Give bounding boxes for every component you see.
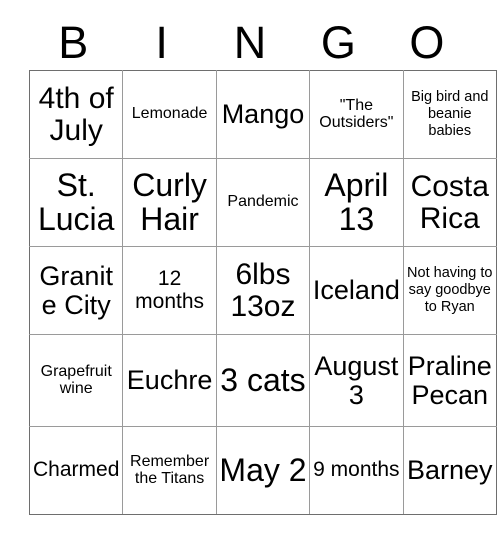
bingo-square[interactable]: Not having to say goodbye to Ryan [402, 246, 497, 335]
bingo-square-text: August 3 [314, 350, 399, 410]
bingo-row: 4th of July Lemonade Mango "The Outsider… [28, 70, 497, 159]
bingo-square[interactable]: Euchre [122, 334, 217, 427]
bingo-square-text: Costa Rica [410, 169, 489, 235]
bingo-square-text: 9 months [313, 458, 400, 482]
bingo-header-letter-i: I [155, 16, 168, 68]
bingo-square-text: May 2 [219, 451, 307, 488]
bingo-row: Charmed Remember the Titans May 2 9 mont… [28, 426, 497, 515]
bingo-square-text: "The Outsiders" [319, 96, 394, 131]
bingo-header-letter-o: O [409, 16, 445, 68]
bingo-square[interactable]: Costa Rica [402, 158, 497, 247]
bingo-square[interactable]: Pandemic [215, 158, 311, 247]
bingo-grid: 4th of July Lemonade Mango "The Outsider… [28, 70, 497, 515]
bingo-square[interactable]: Grapefruit wine [28, 334, 124, 427]
bingo-square-text: 6lbs 13oz [230, 257, 296, 323]
bingo-square[interactable]: 3 cats [215, 334, 311, 427]
bingo-square[interactable]: Iceland [309, 246, 404, 335]
bingo-square-text: Pandemic [227, 193, 299, 211]
bingo-square-text: Euchre [126, 365, 213, 396]
bingo-header-letter-g: G [320, 16, 356, 68]
bingo-square-text: Grapefruit wine [40, 362, 112, 397]
bingo-square[interactable]: 4th of July [28, 70, 124, 159]
bingo-square[interactable]: Big bird and beanie babies [402, 70, 497, 159]
bingo-square-text: 3 cats [220, 361, 306, 398]
bingo-header-letter-b: B [58, 16, 89, 68]
bingo-square-text: Iceland [312, 275, 400, 306]
bingo-square[interactable]: 6lbs 13oz [215, 246, 311, 335]
bingo-square[interactable]: Lemonade [122, 70, 217, 159]
bingo-row: St. Lucia Curly Hair Pandemic April 13 C… [28, 158, 497, 247]
bingo-square[interactable]: Mango [215, 70, 311, 159]
bingo-square-text: Granite City [39, 260, 113, 320]
bingo-square-text: Barney [406, 455, 493, 486]
bingo-square[interactable]: Curly Hair [122, 158, 217, 247]
bingo-square[interactable]: August 3 [309, 334, 404, 427]
bingo-square[interactable]: April 13 [309, 158, 404, 247]
bingo-square-text: Charmed [33, 458, 120, 482]
bingo-square-text: 4th of July [38, 81, 114, 147]
bingo-square-text: Big bird and beanie babies [411, 88, 489, 140]
bingo-square-text: Curly Hair [132, 166, 207, 237]
bingo-row: Granite City 12 months 6lbs 13oz Iceland… [28, 246, 497, 335]
bingo-square-text: St. Lucia [37, 166, 115, 237]
bingo-header-row: B I N G O [29, 14, 471, 70]
bingo-square[interactable]: Granite City [28, 246, 124, 335]
bingo-header-letter-n: N [233, 16, 267, 68]
bingo-square-text: Not having to say goodbye to Ryan [407, 264, 493, 316]
bingo-square-text: April 13 [324, 166, 389, 237]
bingo-square[interactable]: 12 months [122, 246, 217, 335]
bingo-square-text: Lemonade [131, 105, 208, 123]
bingo-square[interactable]: Remember the Titans [122, 426, 217, 515]
bingo-square-text: Mango [221, 99, 305, 130]
bingo-square-text: Praline Pecan [407, 350, 492, 410]
bingo-square[interactable]: St. Lucia [28, 158, 124, 247]
bingo-square[interactable]: 9 months [309, 426, 404, 515]
bingo-row: Grapefruit wine Euchre 3 cats August 3 P… [28, 334, 497, 427]
bingo-square[interactable]: Charmed [28, 426, 124, 515]
bingo-square[interactable]: "The Outsiders" [309, 70, 404, 159]
bingo-square-text: 12 months [135, 267, 205, 313]
bingo-square[interactable]: May 2 [215, 426, 311, 515]
bingo-square[interactable]: Praline Pecan [402, 334, 497, 427]
bingo-square-text: Remember the Titans [130, 452, 210, 487]
bingo-square[interactable]: Barney [402, 426, 497, 515]
bingo-card: B I N G O 4th of July Lemonade Mango "Th… [0, 0, 500, 544]
